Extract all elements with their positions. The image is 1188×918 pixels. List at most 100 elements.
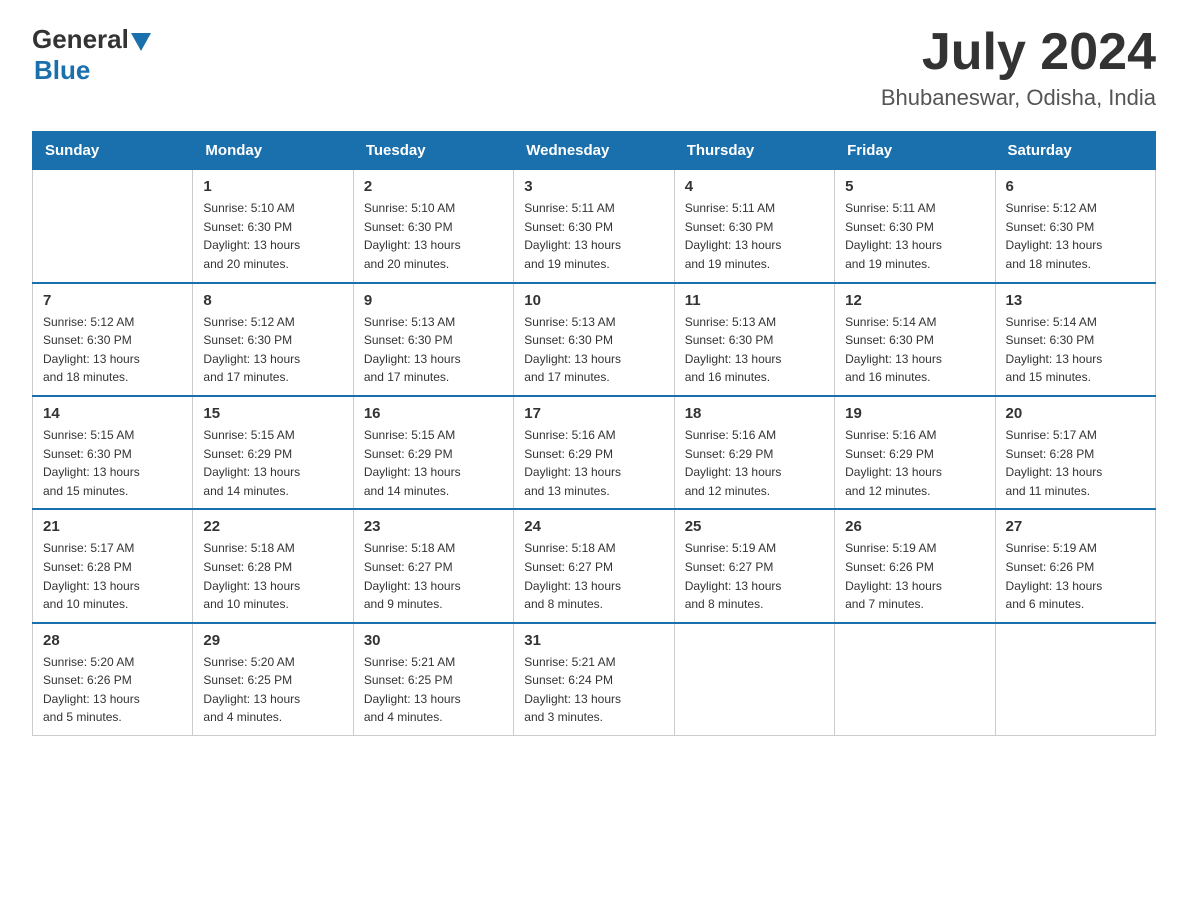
day-info: Sunrise: 5:19 AMSunset: 6:26 PMDaylight:… bbox=[845, 539, 984, 613]
day-number: 13 bbox=[1006, 292, 1145, 309]
day-info: Sunrise: 5:16 AMSunset: 6:29 PMDaylight:… bbox=[524, 426, 663, 500]
day-info: Sunrise: 5:18 AMSunset: 6:28 PMDaylight:… bbox=[203, 539, 342, 613]
day-info: Sunrise: 5:17 AMSunset: 6:28 PMDaylight:… bbox=[1006, 426, 1145, 500]
calendar-cell bbox=[835, 623, 995, 736]
calendar-cell: 27 Sunrise: 5:19 AMSunset: 6:26 PMDayligh… bbox=[995, 509, 1155, 622]
logo-blue-text: Blue bbox=[34, 55, 90, 85]
calendar-cell: 12Sunrise: 5:14 AMSunset: 6:30 PMDayligh… bbox=[835, 283, 995, 396]
day-number: 18 bbox=[685, 405, 824, 422]
calendar-week-row-4: 21 Sunrise: 5:17 AMSunset: 6:28 PMDayligh… bbox=[33, 509, 1156, 622]
day-info: Sunrise: 5:21 AMSunset: 6:24 PMDaylight:… bbox=[524, 653, 663, 727]
calendar-cell: 30Sunrise: 5:21 AMSunset: 6:25 PMDayligh… bbox=[353, 623, 513, 736]
calendar-cell: 24Sunrise: 5:18 AMSunset: 6:27 PMDayligh… bbox=[514, 509, 674, 622]
day-number: 15 bbox=[203, 405, 342, 422]
day-info: Sunrise: 5:13 AMSunset: 6:30 PMDaylight:… bbox=[524, 313, 663, 387]
day-info: Sunrise: 5:20 AMSunset: 6:26 PMDaylight:… bbox=[43, 653, 182, 727]
calendar-cell: 17 Sunrise: 5:16 AMSunset: 6:29 PMDayligh… bbox=[514, 396, 674, 509]
calendar-week-row-5: 28 Sunrise: 5:20 AMSunset: 6:26 PMDayligh… bbox=[33, 623, 1156, 736]
calendar-cell: 29Sunrise: 5:20 AMSunset: 6:25 PMDayligh… bbox=[193, 623, 353, 736]
day-number: 22 bbox=[203, 518, 342, 535]
day-info: Sunrise: 5:11 AMSunset: 6:30 PMDaylight:… bbox=[845, 199, 984, 273]
day-info: Sunrise: 5:17 AMSunset: 6:28 PMDaylight:… bbox=[43, 539, 182, 613]
day-number: 4 bbox=[685, 178, 824, 195]
calendar-cell: 11 Sunrise: 5:13 AMSunset: 6:30 PMDayligh… bbox=[674, 283, 834, 396]
day-number: 7 bbox=[43, 292, 182, 309]
day-number: 25 bbox=[685, 518, 824, 535]
col-wednesday: Wednesday bbox=[514, 132, 674, 170]
day-number: 2 bbox=[364, 178, 503, 195]
calendar-cell: 14 Sunrise: 5:15 AMSunset: 6:30 PMDayligh… bbox=[33, 396, 193, 509]
calendar-cell: 2 Sunrise: 5:10 AMSunset: 6:30 PMDaylight… bbox=[353, 170, 513, 283]
day-number: 19 bbox=[845, 405, 984, 422]
day-number: 11 bbox=[685, 292, 824, 309]
day-number: 31 bbox=[524, 632, 663, 649]
day-info: Sunrise: 5:10 AMSunset: 6:30 PMDaylight:… bbox=[203, 199, 342, 273]
day-number: 8 bbox=[203, 292, 342, 309]
calendar-week-row-2: 7 Sunrise: 5:12 AMSunset: 6:30 PMDaylight… bbox=[33, 283, 1156, 396]
calendar-cell: 22 Sunrise: 5:18 AMSunset: 6:28 PMDayligh… bbox=[193, 509, 353, 622]
calendar-cell: 21 Sunrise: 5:17 AMSunset: 6:28 PMDayligh… bbox=[33, 509, 193, 622]
day-info: Sunrise: 5:11 AMSunset: 6:30 PMDaylight:… bbox=[685, 199, 824, 273]
calendar-cell: 16 Sunrise: 5:15 AMSunset: 6:29 PMDayligh… bbox=[353, 396, 513, 509]
calendar-cell: 23 Sunrise: 5:18 AMSunset: 6:27 PMDayligh… bbox=[353, 509, 513, 622]
day-number: 1 bbox=[203, 178, 342, 195]
day-info: Sunrise: 5:18 AMSunset: 6:27 PMDaylight:… bbox=[364, 539, 503, 613]
day-number: 27 bbox=[1006, 518, 1145, 535]
col-monday: Monday bbox=[193, 132, 353, 170]
day-info: Sunrise: 5:16 AMSunset: 6:29 PMDaylight:… bbox=[685, 426, 824, 500]
calendar-table: Sunday Monday Tuesday Wednesday Thursday… bbox=[32, 131, 1156, 736]
day-number: 20 bbox=[1006, 405, 1145, 422]
calendar-cell: 20 Sunrise: 5:17 AMSunset: 6:28 PMDayligh… bbox=[995, 396, 1155, 509]
day-info: Sunrise: 5:19 AMSunset: 6:26 PMDaylight:… bbox=[1006, 539, 1145, 613]
col-friday: Friday bbox=[835, 132, 995, 170]
day-info: Sunrise: 5:15 AMSunset: 6:29 PMDaylight:… bbox=[203, 426, 342, 500]
day-info: Sunrise: 5:10 AMSunset: 6:30 PMDaylight:… bbox=[364, 199, 503, 273]
page-header: General Blue July 2024 Bhubaneswar, Odis… bbox=[32, 24, 1156, 111]
calendar-cell: 6 Sunrise: 5:12 AMSunset: 6:30 PMDaylight… bbox=[995, 170, 1155, 283]
location-text: Bhubaneswar, Odisha, India bbox=[881, 85, 1156, 111]
col-tuesday: Tuesday bbox=[353, 132, 513, 170]
logo-triangle-icon bbox=[131, 33, 151, 51]
day-info: Sunrise: 5:16 AMSunset: 6:29 PMDaylight:… bbox=[845, 426, 984, 500]
calendar-cell: 15 Sunrise: 5:15 AMSunset: 6:29 PMDayligh… bbox=[193, 396, 353, 509]
day-number: 26 bbox=[845, 518, 984, 535]
day-number: 23 bbox=[364, 518, 503, 535]
calendar-cell: 5Sunrise: 5:11 AMSunset: 6:30 PMDaylight… bbox=[835, 170, 995, 283]
day-info: Sunrise: 5:13 AMSunset: 6:30 PMDaylight:… bbox=[685, 313, 824, 387]
calendar-cell: 7Sunrise: 5:12 AMSunset: 6:30 PMDaylight… bbox=[33, 283, 193, 396]
calendar-cell: 26 Sunrise: 5:19 AMSunset: 6:26 PMDayligh… bbox=[835, 509, 995, 622]
logo: General Blue bbox=[32, 24, 151, 86]
day-number: 28 bbox=[43, 632, 182, 649]
calendar-cell: 9Sunrise: 5:13 AMSunset: 6:30 PMDaylight… bbox=[353, 283, 513, 396]
day-number: 3 bbox=[524, 178, 663, 195]
calendar-week-row-1: 1 Sunrise: 5:10 AMSunset: 6:30 PMDaylight… bbox=[33, 170, 1156, 283]
calendar-cell: 31 Sunrise: 5:21 AMSunset: 6:24 PMDayligh… bbox=[514, 623, 674, 736]
calendar-header-row: Sunday Monday Tuesday Wednesday Thursday… bbox=[33, 132, 1156, 170]
day-info: Sunrise: 5:15 AMSunset: 6:29 PMDaylight:… bbox=[364, 426, 503, 500]
calendar-cell bbox=[674, 623, 834, 736]
day-number: 14 bbox=[43, 405, 182, 422]
day-info: Sunrise: 5:19 AMSunset: 6:27 PMDaylight:… bbox=[685, 539, 824, 613]
calendar-cell: 8 Sunrise: 5:12 AMSunset: 6:30 PMDaylight… bbox=[193, 283, 353, 396]
day-info: Sunrise: 5:14 AMSunset: 6:30 PMDaylight:… bbox=[1006, 313, 1145, 387]
day-info: Sunrise: 5:15 AMSunset: 6:30 PMDaylight:… bbox=[43, 426, 182, 500]
calendar-cell: 25 Sunrise: 5:19 AMSunset: 6:27 PMDayligh… bbox=[674, 509, 834, 622]
calendar-cell: 19 Sunrise: 5:16 AMSunset: 6:29 PMDayligh… bbox=[835, 396, 995, 509]
day-number: 6 bbox=[1006, 178, 1145, 195]
day-number: 21 bbox=[43, 518, 182, 535]
day-number: 17 bbox=[524, 405, 663, 422]
title-section: July 2024 Bhubaneswar, Odisha, India bbox=[881, 24, 1156, 111]
day-info: Sunrise: 5:13 AMSunset: 6:30 PMDaylight:… bbox=[364, 313, 503, 387]
calendar-cell: 18 Sunrise: 5:16 AMSunset: 6:29 PMDayligh… bbox=[674, 396, 834, 509]
day-info: Sunrise: 5:18 AMSunset: 6:27 PMDaylight:… bbox=[524, 539, 663, 613]
day-number: 16 bbox=[364, 405, 503, 422]
calendar-cell: 10Sunrise: 5:13 AMSunset: 6:30 PMDayligh… bbox=[514, 283, 674, 396]
logo-general-text: General bbox=[32, 24, 129, 55]
day-info: Sunrise: 5:12 AMSunset: 6:30 PMDaylight:… bbox=[203, 313, 342, 387]
col-sunday: Sunday bbox=[33, 132, 193, 170]
day-info: Sunrise: 5:12 AMSunset: 6:30 PMDaylight:… bbox=[1006, 199, 1145, 273]
day-info: Sunrise: 5:21 AMSunset: 6:25 PMDaylight:… bbox=[364, 653, 503, 727]
calendar-cell bbox=[995, 623, 1155, 736]
calendar-cell: 28 Sunrise: 5:20 AMSunset: 6:26 PMDayligh… bbox=[33, 623, 193, 736]
col-thursday: Thursday bbox=[674, 132, 834, 170]
